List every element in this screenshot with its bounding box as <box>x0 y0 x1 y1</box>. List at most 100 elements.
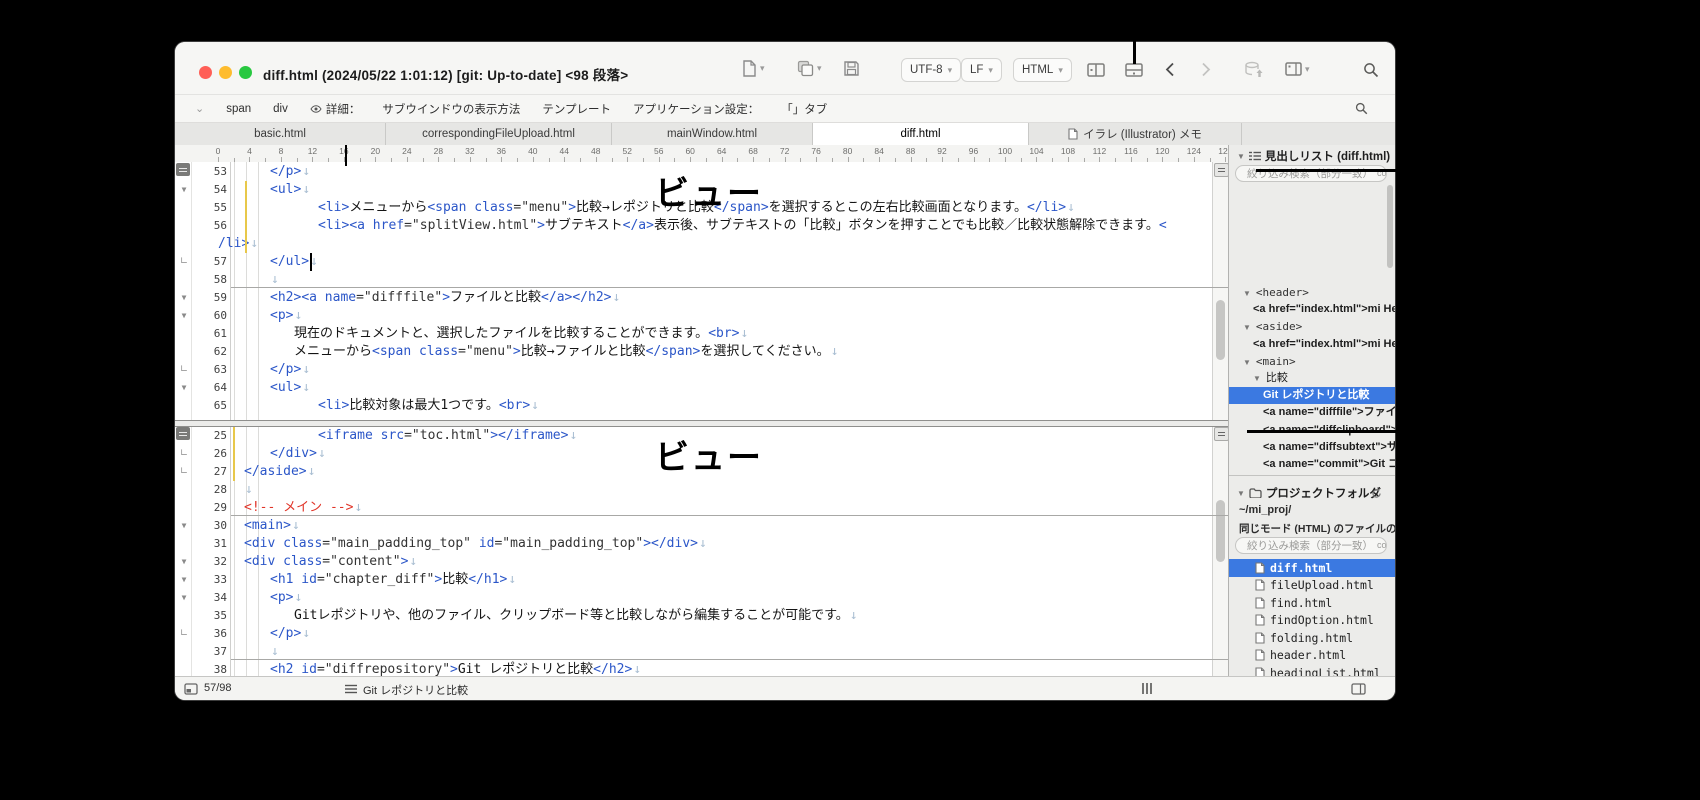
split-horizontal-button[interactable] <box>1125 63 1143 77</box>
code-line-32[interactable]: ▼32<div class="content">↓ <box>175 553 1228 571</box>
fold-triangle-icon[interactable]: ▼ <box>177 571 191 589</box>
forward-button[interactable] <box>1201 62 1211 77</box>
fold-end-icon[interactable]: ∟ <box>177 625 191 643</box>
code-line-30[interactable]: ▼30<main>↓ <box>175 517 1228 535</box>
project-filter-search-input[interactable]: 絞り込み検索（部分一致） control⌘P <box>1235 537 1387 554</box>
editor-scrollbar[interactable] <box>1212 162 1229 676</box>
heading-item-selected[interactable]: Git レポジトリと比較 <box>1229 387 1395 404</box>
disclosure-triangle-icon[interactable]: ▼ <box>1243 323 1251 332</box>
code-line-63[interactable]: ∟63</p>↓ <box>175 361 1228 379</box>
fold-end-icon[interactable]: ∟ <box>177 253 191 271</box>
encoding-dropdown[interactable]: UTF-8 ▾ <box>901 58 961 82</box>
code-line-36[interactable]: ∟36</p>↓ <box>175 625 1228 643</box>
file-item[interactable]: folding.html <box>1229 629 1395 647</box>
back-button[interactable] <box>1165 62 1175 77</box>
fold-end-icon[interactable]: ∟ <box>177 361 191 379</box>
code-line-35[interactable]: 35Gitレポジトリや、他のファイル、クリップボード等と比較しながら編集すること… <box>175 607 1228 625</box>
tab-basic-html[interactable]: basic.html <box>175 123 386 145</box>
fold-end-icon[interactable]: ∟ <box>177 463 191 481</box>
chevron-down-icon[interactable]: ⌄ <box>195 102 204 115</box>
mode-item--[interactable]: 「」タブ <box>781 101 827 117</box>
search-icon-small[interactable] <box>1355 102 1368 115</box>
heading-item[interactable]: <a name="commit">Git コミット</a> <box>1229 456 1395 473</box>
fold-triangle-icon[interactable]: ▼ <box>177 289 191 307</box>
code-line-60[interactable]: ▼60<p>↓ <box>175 307 1228 325</box>
file-item-selected[interactable]: diff.html <box>1229 559 1395 577</box>
code-line-38[interactable]: 38<h2 id="diffrepository">Git レポジトリと比較</… <box>175 661 1228 676</box>
mode-dropdown[interactable]: HTML ▾ <box>1013 58 1072 82</box>
scrollbar-split-handle[interactable] <box>1214 427 1229 441</box>
file-item[interactable]: fileUpload.html <box>1229 577 1395 595</box>
tab-correspondingfileupload-html[interactable]: correspondingFileUpload.html <box>386 123 612 145</box>
pane-divider[interactable] <box>175 420 1228 427</box>
fold-triangle-icon[interactable]: ▼ <box>177 589 191 607</box>
fold-triangle-icon[interactable]: ▼ <box>177 379 191 397</box>
mode-item--[interactable]: アプリケーション設定： <box>633 101 759 117</box>
sidebar-scrollbar-thumb[interactable] <box>1387 185 1393 268</box>
heading-item[interactable]: <a href="index.html">mi Help</a> <box>1229 301 1395 318</box>
scrollbar-split-handle[interactable] <box>1214 163 1229 177</box>
fold-end-icon[interactable]: ∟ <box>177 445 191 463</box>
database-upload-button[interactable] <box>1243 61 1263 79</box>
pane-split-handle[interactable] <box>176 163 190 176</box>
window-panel-button[interactable]: ▾ <box>1285 62 1310 76</box>
editor-area[interactable]: ビュー 53</p>↓▼54<ul>↓55<li>メニューから<span cla… <box>175 162 1228 676</box>
pane-split-handle[interactable] <box>176 427 190 440</box>
heading-item[interactable]: <a href="index.html">mi Help</a> <box>1229 336 1395 353</box>
drag-bars-icon[interactable] <box>1141 682 1153 695</box>
file-item[interactable]: find.html <box>1229 594 1395 612</box>
search-icon[interactable] <box>1363 62 1379 78</box>
code-line-57[interactable]: ∟57</ul>↓ <box>175 253 1228 271</box>
mode-item--[interactable]: テンプレート <box>542 101 611 117</box>
code-line-33[interactable]: ▼33<h1 id="chapter_diff">比較</h1>↓ <box>175 571 1228 589</box>
close-traffic-light[interactable] <box>199 66 212 79</box>
sidebar-toggle-icon[interactable] <box>1351 683 1366 695</box>
tab-mainwindow-html[interactable]: mainWindow.html <box>612 123 813 145</box>
disclosure-triangle-icon[interactable]: ▼ <box>1243 358 1251 367</box>
pane-indicator-icon[interactable] <box>184 683 198 695</box>
disclosure-triangle-icon[interactable]: ▼ <box>1237 152 1245 161</box>
fold-triangle-icon[interactable]: ▼ <box>177 517 191 535</box>
scrollbar-thumb-top[interactable] <box>1216 300 1225 360</box>
scrollbar-thumb-bottom[interactable] <box>1216 500 1225 562</box>
code-line-wrap[interactable]: /li>↓ <box>175 235 1228 253</box>
new-document-button[interactable]: ▾ <box>742 60 765 77</box>
disclosure-triangle-icon[interactable]: ▼ <box>1237 489 1245 498</box>
code-line-64[interactable]: ▼64<ul>↓ <box>175 379 1228 397</box>
heading-item[interactable]: ▼<main> <box>1229 353 1395 370</box>
fold-triangle-icon[interactable]: ▼ <box>177 553 191 571</box>
mode-item--[interactable]: サブウインドウの表示方法 <box>382 101 520 117</box>
heading-item[interactable]: ▼<header> <box>1229 284 1395 301</box>
file-item[interactable]: findOption.html <box>1229 612 1395 630</box>
save-button[interactable] <box>843 60 860 77</box>
mode-filter-toggle[interactable]: 同じモード (HTML) のファイルのみを表示 ⌄ <box>1239 521 1389 536</box>
code-line-65[interactable]: 65<li>比較対象は最大1つです。<br>↓ <box>175 397 1228 415</box>
heading-item[interactable]: ▼比較 <box>1229 370 1395 387</box>
mode-item-span[interactable]: span <box>226 103 251 115</box>
disclosure-triangle-icon[interactable]: ▼ <box>1243 289 1251 298</box>
project-folder-header[interactable]: ▼ プロジェクトフォルダ <box>1229 484 1395 502</box>
fold-triangle-icon[interactable]: ▼ <box>177 307 191 325</box>
editor-pane-top[interactable]: ビュー 53</p>↓▼54<ul>↓55<li>メニューから<span cla… <box>175 162 1228 420</box>
editor-pane-bottom[interactable]: ビュー 25<iframe src="toc.html"></iframe>↓∟… <box>175 425 1228 676</box>
heading-item[interactable]: <a name="difffile">ファイルと比較</a> <box>1229 404 1395 421</box>
tab--illustrator-[interactable]: イラレ (Illustrator) メモ <box>1029 123 1242 145</box>
code-line-34[interactable]: ▼34<p>↓ <box>175 589 1228 607</box>
file-item[interactable]: header.html <box>1229 647 1395 665</box>
heading-list-header[interactable]: ▼ 見出しリスト (diff.html) <box>1229 147 1395 165</box>
fold-triangle-icon[interactable]: ▼ <box>177 181 191 199</box>
disclosure-triangle-icon[interactable]: ▼ <box>1253 374 1261 383</box>
code-line-31[interactable]: 31<div class="main_padding_top" id="main… <box>175 535 1228 553</box>
heading-filter-search-input[interactable]: 絞り込み検索（部分一致） control⌘F <box>1235 165 1387 182</box>
code-line-28[interactable]: 28↓ <box>175 481 1228 499</box>
minimize-traffic-light[interactable] <box>219 66 232 79</box>
code-line-59[interactable]: ▼59<h2><a name="difffile">ファイルと比較</a></h… <box>175 289 1228 307</box>
zoom-traffic-light[interactable] <box>239 66 252 79</box>
tab-diff-html[interactable]: diff.html <box>813 123 1029 145</box>
duplicate-document-button[interactable]: ▾ <box>797 60 822 77</box>
line-ending-dropdown[interactable]: LF ▾ <box>961 58 1002 82</box>
ruler-caret-mark[interactable] <box>345 145 347 166</box>
mode-item-div[interactable]: div <box>273 103 288 115</box>
refresh-icon[interactable] <box>1371 488 1382 499</box>
code-line-62[interactable]: 62メニューから<span class="menu">比較→ファイルと比較</s… <box>175 343 1228 361</box>
